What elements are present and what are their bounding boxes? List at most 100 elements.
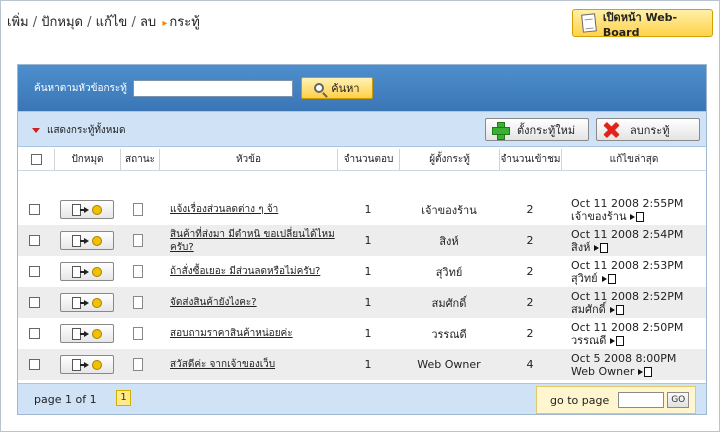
header-select-all [18,149,54,171]
reply-count: 1 [364,327,372,340]
table-row: สอบถามราคาสินค้าหน่อยค่ะ 1 วรรณดี 2 Oct … [18,318,706,349]
pin-icon [92,328,102,339]
last-edit-date: Oct 11 2008 2:50PM [571,320,684,334]
topic-author: สมศักดิ์ [431,296,467,310]
arrow-right-icon [80,206,89,213]
row-checkbox[interactable] [29,235,40,246]
status-doc-icon [133,358,143,371]
last-edit-user: วรรณดี [571,333,607,347]
goto-page-label: go to page [550,393,610,407]
breadcrumb-pin: ปักหมุด [41,15,83,30]
table-row: สวัสดีค่ะ จากเจ้าของเว็บ 1 Web Owner 4 O… [18,349,706,380]
triangle-down-icon [32,128,40,133]
goto-post-icon [609,304,624,315]
search-label: ค้นหาตามหัวข้อกระทู้ [34,82,127,94]
delete-topic-label: ลบกระทู้ [630,123,670,137]
pin-button[interactable] [60,262,114,281]
search-input[interactable] [132,79,293,97]
last-edit: Oct 11 2008 2:52PM สมศักดิ์ [571,287,706,318]
breadcrumb-current: กระทู้ [169,15,200,30]
topic-author: เจ้าของร้าน [421,203,477,217]
arrow-right-icon [80,268,89,275]
last-edit-date: Oct 11 2008 2:53PM [571,258,684,272]
window-frame: เพิ่ม / ปักหมุด / แก้ไข / ลบ ▸ กระทู้ เปิ… [0,0,720,432]
status-doc-icon [133,234,143,247]
row-checkbox[interactable] [29,359,40,370]
last-edit-user-link[interactable]: สมศักดิ์ [571,303,624,316]
topic-link[interactable]: สินค้าที่ส่งมา มีตำหนิ ขอเปลี่ยนได้ไหมคร… [170,228,346,254]
table-row: แจ้งเรื่องส่วนลดต่าง ๆ จ้า 1 เจ้าของร้าน… [18,194,706,225]
last-edit-user: สิงห์ [571,240,591,254]
header-subject: หัวข้อ [159,149,337,171]
pin-button[interactable] [60,293,114,312]
last-edit: Oct 11 2008 2:53PM สุวิทย์ [571,256,706,287]
header-last-edit: แก้ไขล่าสุด [561,149,706,171]
last-edit-user-link[interactable]: วรรณดี [571,333,625,347]
goto-page-input[interactable] [618,392,665,408]
last-edit-user-link[interactable]: Web Owner [571,364,653,378]
header-views: จำนวนเข้าชม [499,149,561,171]
go-button[interactable]: GO [667,392,690,408]
pin-button[interactable] [60,200,114,219]
pin-button[interactable] [60,355,114,374]
reply-count: 1 [364,234,372,247]
last-edit-user: เจ้าของร้าน [571,209,627,223]
view-count: 2 [526,327,534,340]
search-icon [314,83,325,93]
table-row: ถ้าสั่งซื้อเยอะ มีส่วนลดหรือไม่ครับ? 1 ส… [18,256,706,287]
last-edit-user: Web Owner [571,364,635,378]
header-author: ผู้ตั้งกระทู้ [399,149,499,171]
search-bar: ค้นหาตามหัวข้อกระทู้ ค้นหา [18,65,706,111]
topic-link[interactable]: จัดส่งสินค้ายังไงคะ? [170,296,257,309]
row-checkbox[interactable] [29,266,40,277]
reply-count: 1 [364,296,372,309]
status-doc-icon [133,327,143,340]
last-edit-user-link[interactable]: เจ้าของร้าน [571,209,645,223]
pin-button[interactable] [60,324,114,343]
topic-link[interactable]: แจ้งเรื่องส่วนลดต่าง ๆ จ้า [170,203,278,216]
show-all-toggle[interactable]: แสดงกระทู้ทั้งหมด [32,123,125,138]
view-count: 4 [526,358,534,371]
view-count: 2 [526,265,534,278]
pin-icon [92,204,102,215]
topic-author: สุวิทย์ [435,265,463,279]
last-edit-date: Oct 5 2008 8:00PM [571,351,677,365]
topic-link[interactable]: สวัสดีค่ะ จากเจ้าของเว็บ [170,358,275,371]
new-topic-label: ตั้งกระทู้ใหม่ [517,123,576,137]
page-number-button[interactable]: 1 [116,390,131,406]
topic-link[interactable]: ถ้าสั่งซื้อเยอะ มีส่วนลดหรือไม่ครับ? [170,265,320,278]
last-edit-user-link[interactable]: สุวิทย์ [571,272,616,285]
last-edit-date: Oct 11 2008 2:55PM [571,196,684,210]
pin-icon [92,266,102,277]
open-webboard-label: เปิดหน้า Web-Board [602,10,678,39]
status-doc-icon [133,203,143,216]
arrow-right-icon [80,330,89,337]
row-checkbox[interactable] [29,328,40,339]
goto-post-icon [638,366,653,377]
last-edit-user-link[interactable]: สิงห์ [571,240,609,254]
select-all-checkbox[interactable] [30,154,42,165]
pin-button[interactable] [60,231,114,250]
pin-icon [92,297,102,308]
goto-post-icon [601,273,616,284]
last-edit: Oct 11 2008 2:50PM วรรณดี [571,318,706,349]
new-topic-button[interactable]: ตั้งกระทู้ใหม่ [485,118,589,141]
breadcrumb-arrow-icon: ▸ [162,18,168,29]
reply-count: 1 [364,358,372,371]
last-edit: Oct 11 2008 2:55PM เจ้าของร้าน [571,194,706,225]
goto-post-icon [610,335,625,346]
breadcrumb-edit: แก้ไข [95,15,128,30]
reply-count: 1 [364,203,372,216]
row-checkbox[interactable] [29,204,40,215]
row-checkbox[interactable] [29,297,40,308]
pagination-bar: page 1 of 1 1 go to page GO [18,383,706,414]
plus-icon [492,121,510,140]
last-edit-user: สมศักดิ์ [571,302,606,316]
open-webboard-button[interactable]: เปิดหน้า Web-Board [572,9,713,39]
breadcrumb-delete: ลบ [139,15,157,30]
pin-icon [92,359,102,370]
goto-post-icon [594,242,609,253]
delete-topic-button[interactable]: ลบกระทู้ [596,118,700,141]
topic-link[interactable]: สอบถามราคาสินค้าหน่อยค่ะ [170,327,293,340]
search-button[interactable]: ค้นหา [300,77,373,99]
